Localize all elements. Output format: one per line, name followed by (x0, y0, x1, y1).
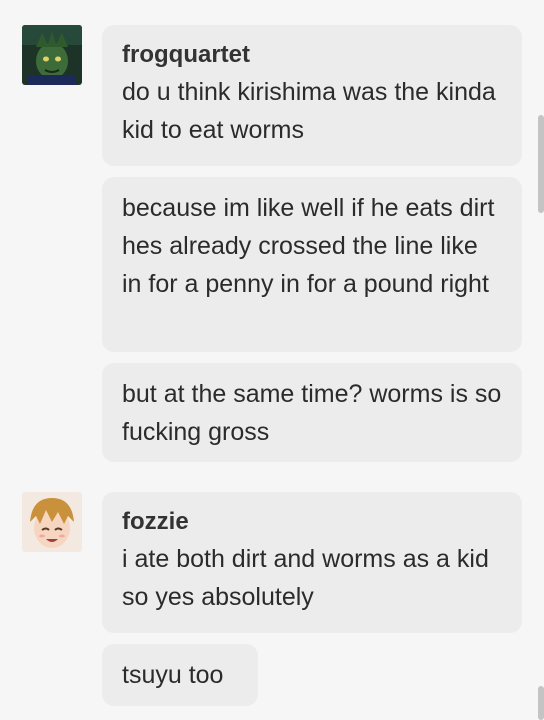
avatar-frogquartet[interactable] (22, 25, 82, 85)
scrollbar-thumb[interactable] (538, 115, 544, 213)
message-text: tsuyu too (122, 661, 224, 689)
scrollbar-thumb-lower[interactable] (538, 686, 544, 720)
avatar-fozzie[interactable] (22, 492, 82, 552)
message-bubble: fozzie i ate both dirt and worms as a ki… (102, 492, 522, 633)
frog-character-avatar-icon (22, 25, 82, 85)
sender-name[interactable]: fozzie (122, 508, 502, 536)
message-bubble: because im like well if he eats dirt hes… (102, 177, 522, 352)
message-bubble: but at the same time? worms is so fuckin… (102, 363, 522, 462)
message-text: i ate both dirt and worms as a kid so ye… (122, 545, 489, 611)
chat-thread: frogquartet do u think kirishima was the… (0, 0, 544, 720)
sender-name[interactable]: frogquartet (122, 41, 502, 69)
message-bubble: frogquartet do u think kirishima was the… (102, 25, 522, 166)
message-bubble: tsuyu too (102, 644, 258, 706)
message-text: but at the same time? worms is so fuckin… (122, 380, 502, 446)
message-text: do u think kirishima was the kinda kid t… (122, 78, 496, 144)
message-text: because im like well if he eats dirt hes… (122, 194, 495, 298)
anime-boy-avatar-icon (22, 492, 82, 552)
